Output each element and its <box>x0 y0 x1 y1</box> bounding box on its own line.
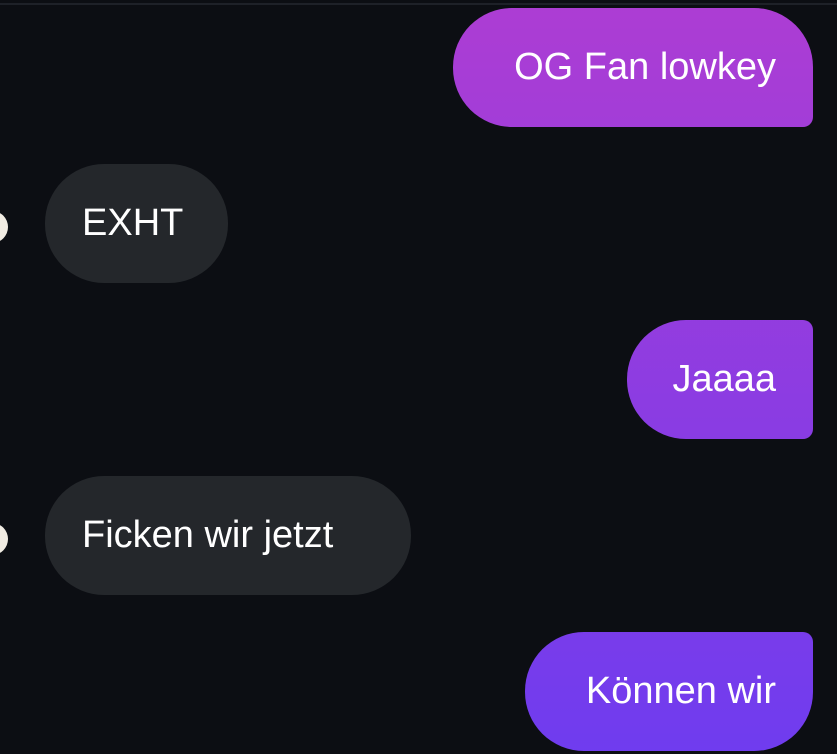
message-bubble-outgoing[interactable]: Können wir <box>525 632 813 751</box>
contact-avatar[interactable] <box>0 211 8 243</box>
header-divider <box>0 3 837 5</box>
contact-avatar[interactable] <box>0 523 8 555</box>
chat-thread: OG Fan lowkey EXHT Jaaaa Ficken wir jetz… <box>0 0 837 754</box>
message-bubble-outgoing[interactable]: OG Fan lowkey <box>453 8 813 127</box>
message-bubble-incoming[interactable]: Ficken wir jetzt <box>45 476 411 595</box>
message-bubble-outgoing[interactable]: Jaaaa <box>627 320 813 439</box>
message-bubble-incoming[interactable]: EXHT <box>45 164 228 283</box>
